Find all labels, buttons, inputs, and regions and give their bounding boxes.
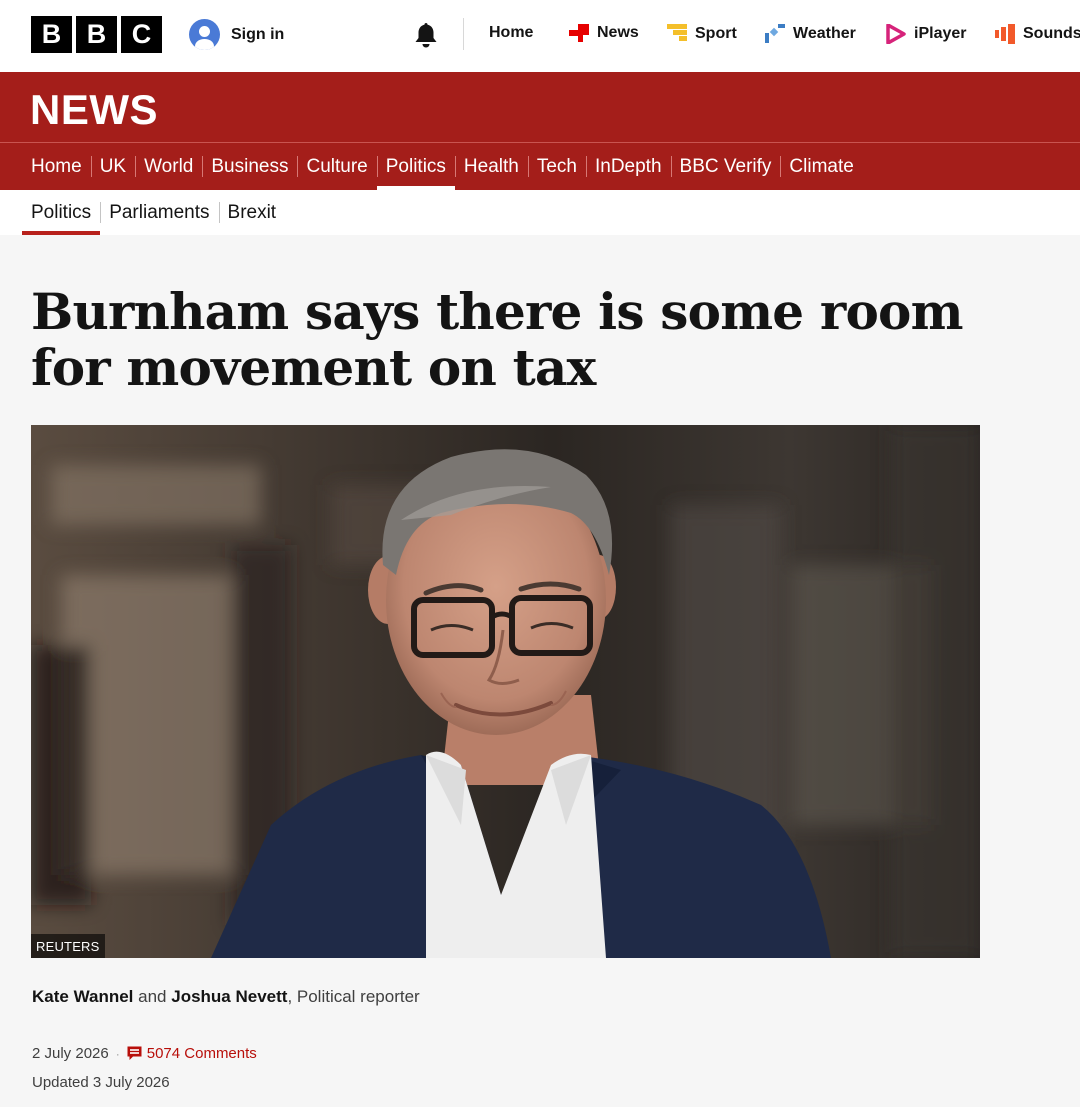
comments-link[interactable]: 5074 Comments bbox=[127, 1045, 257, 1062]
topnav-news[interactable]: News bbox=[569, 24, 639, 42]
news-wordmark[interactable]: NEWS bbox=[30, 86, 158, 134]
nav-home[interactable]: Home bbox=[22, 143, 91, 190]
topnav-weather[interactable]: Weather bbox=[765, 24, 856, 44]
author-role: , Political reporter bbox=[287, 987, 420, 1006]
topnav-label: News bbox=[597, 24, 639, 41]
bbc-logo-letter: C bbox=[121, 16, 162, 53]
author-name: Kate Wannel bbox=[32, 987, 134, 1006]
publish-date: 2 July 2026 bbox=[32, 1045, 109, 1062]
sport-icon bbox=[667, 24, 687, 41]
section-nav: Politics Parliaments Brexit bbox=[22, 190, 285, 235]
meta-separator: · bbox=[115, 1046, 120, 1061]
bbc-logo-letter: B bbox=[76, 16, 117, 53]
updated-date: Updated 3 July 2026 bbox=[32, 1074, 170, 1091]
sounds-icon bbox=[995, 24, 1015, 44]
topnav-label: Home bbox=[489, 24, 534, 41]
section-nav-bar: Politics Parliaments Brexit bbox=[0, 190, 1080, 235]
global-header: B B C Sign in Home News Sport Weather iP… bbox=[0, 0, 1080, 72]
nav-culture[interactable]: Culture bbox=[297, 143, 376, 190]
topnav-home[interactable]: Home bbox=[489, 24, 533, 42]
nav-climate[interactable]: Climate bbox=[780, 143, 862, 190]
bbc-logo[interactable]: B B C bbox=[31, 16, 162, 53]
topnav-label: Sport bbox=[695, 25, 737, 42]
iplayer-icon bbox=[886, 24, 906, 44]
comment-icon bbox=[127, 1046, 142, 1060]
nav-tech[interactable]: Tech bbox=[527, 143, 586, 190]
nav-politics[interactable]: Politics bbox=[376, 143, 456, 190]
portrait-photo bbox=[31, 425, 980, 958]
image-credit: REUTERS bbox=[31, 934, 105, 958]
nav-world[interactable]: World bbox=[135, 143, 202, 190]
article-meta: 2 July 2026 · 5074 Comments bbox=[32, 1045, 257, 1062]
topnav-iplayer[interactable]: iPlayer bbox=[886, 24, 966, 44]
bbc-logo-letter: B bbox=[31, 16, 72, 53]
notifications-bell-icon[interactable] bbox=[413, 21, 439, 49]
account-icon bbox=[189, 19, 220, 50]
topnav-label: iPlayer bbox=[914, 25, 967, 42]
section-nav-parliaments[interactable]: Parliaments bbox=[100, 190, 218, 235]
nav-indepth[interactable]: InDepth bbox=[585, 143, 671, 190]
section-nav-brexit[interactable]: Brexit bbox=[218, 190, 286, 235]
section-nav-politics[interactable]: Politics bbox=[22, 190, 101, 235]
topnav-sounds[interactable]: Sounds bbox=[995, 24, 1080, 44]
nav-bbc-verify[interactable]: BBC Verify bbox=[670, 143, 781, 190]
news-primary-nav: Home UK World Business Culture Politics … bbox=[22, 143, 863, 190]
author-name: Joshua Nevett bbox=[171, 987, 288, 1006]
topnav-label: Weather bbox=[793, 25, 856, 42]
byline-joiner: and bbox=[138, 987, 167, 1006]
comments-count: 5074 Comments bbox=[146, 1045, 257, 1062]
article-headline: Burnham says there is some room for move… bbox=[31, 282, 963, 397]
header-divider bbox=[463, 18, 464, 50]
article-hero-image: REUTERS bbox=[31, 425, 980, 958]
sign-in-button[interactable]: Sign in bbox=[189, 19, 284, 50]
news-header: NEWS Home UK World Business Culture Poli… bbox=[0, 72, 1080, 190]
sign-in-label: Sign in bbox=[231, 25, 285, 43]
nav-uk[interactable]: UK bbox=[90, 143, 135, 190]
topnav-sport[interactable]: Sport bbox=[667, 24, 737, 44]
topnav-label: Sounds bbox=[1023, 25, 1080, 42]
weather-icon bbox=[765, 24, 785, 43]
article-byline: Kate Wannel and Joshua Nevett, Political… bbox=[32, 987, 420, 1007]
news-icon bbox=[569, 24, 589, 42]
nav-business[interactable]: Business bbox=[202, 143, 297, 190]
nav-health[interactable]: Health bbox=[454, 143, 528, 190]
